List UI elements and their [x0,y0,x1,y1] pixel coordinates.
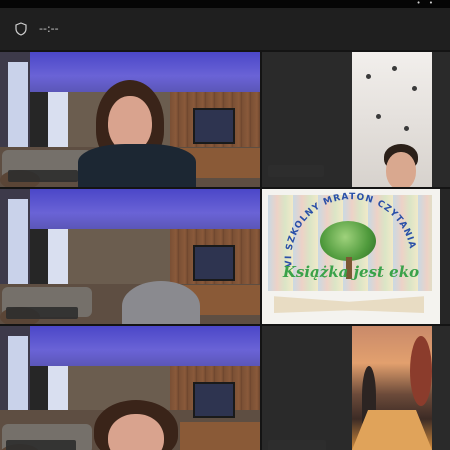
tree-icon [320,221,376,261]
video-tile-participant-4[interactable]: VI SZKOLNY MRATON CZYTANIA Książka jest … [262,189,450,324]
participant-name-tag [8,170,78,182]
video-tile-participant-1[interactable] [0,52,260,187]
meeting-timer: --:-- [39,22,59,35]
participant-video-feed [352,52,432,187]
shield-icon[interactable] [14,22,28,36]
logo-title: Książka jest eko [282,263,420,281]
participant-name-tag [6,307,78,319]
participant-name-tag [268,165,324,177]
window-controls[interactable]: • • [417,0,436,7]
shared-logo-image: VI SZKOLNY MRATON CZYTANIA Książka jest … [262,189,440,324]
video-tile-participant-2[interactable] [262,52,450,187]
window-top-bar: • • [0,0,450,8]
video-tile-participant-3[interactable] [0,189,260,324]
participant-name-tag [268,440,326,450]
meeting-toolbar: --:-- [0,8,450,50]
video-tile-participant-5-active[interactable] [0,326,260,450]
video-tile-participant-6[interactable] [262,326,450,450]
participant-video-feed [352,326,432,450]
participant-name-tag [6,440,76,450]
video-call-window: • • --:-- VI SZKOLNY MRATON CZYTANIA Ksi… [0,0,450,450]
